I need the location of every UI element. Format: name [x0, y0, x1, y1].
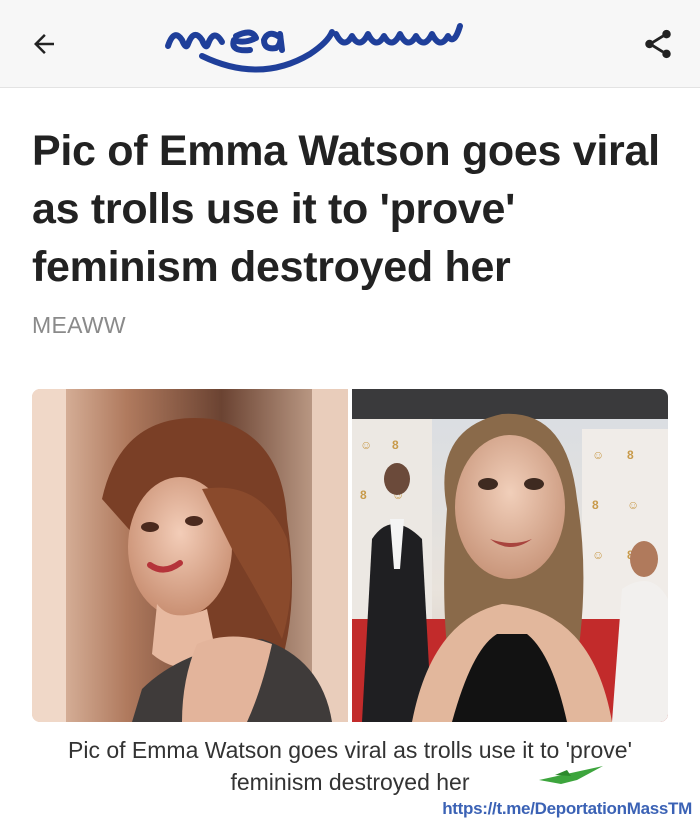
plane-watermark-icon: [539, 766, 603, 784]
meaww-logo-icon: [165, 23, 463, 73]
svg-text:8: 8: [592, 498, 599, 512]
share-button[interactable]: [636, 22, 680, 66]
svg-text:☺: ☺: [627, 498, 639, 512]
watermark-link[interactable]: https://t.me/DeportationMassTM: [442, 799, 692, 819]
arrow-left-icon: [34, 34, 54, 54]
svg-text:8: 8: [360, 488, 367, 502]
brand-logo[interactable]: meaww: [160, 6, 540, 82]
share-icon: [645, 29, 671, 59]
top-app-bar: meaww: [0, 0, 700, 88]
svg-text:☺: ☺: [592, 548, 604, 562]
svg-text:8: 8: [392, 438, 399, 452]
article-photo-left[interactable]: [32, 389, 348, 722]
article-photo-right[interactable]: ☺ 8 8 ☺ ☺ 8 8 ☺ ☺ 8: [352, 389, 668, 722]
article-source[interactable]: MEAWW: [32, 312, 126, 339]
red-carpet-photo: ☺ 8 8 ☺ ☺ 8 8 ☺ ☺ 8: [352, 389, 668, 722]
article-headline: Pic of Emma Watson goes viral as trolls …: [32, 127, 660, 291]
svg-text:☺: ☺: [360, 438, 372, 452]
svg-text:8: 8: [627, 448, 634, 462]
svg-text:☺: ☺: [592, 448, 604, 462]
back-button[interactable]: [22, 24, 66, 64]
portrait-photo: [32, 389, 348, 722]
